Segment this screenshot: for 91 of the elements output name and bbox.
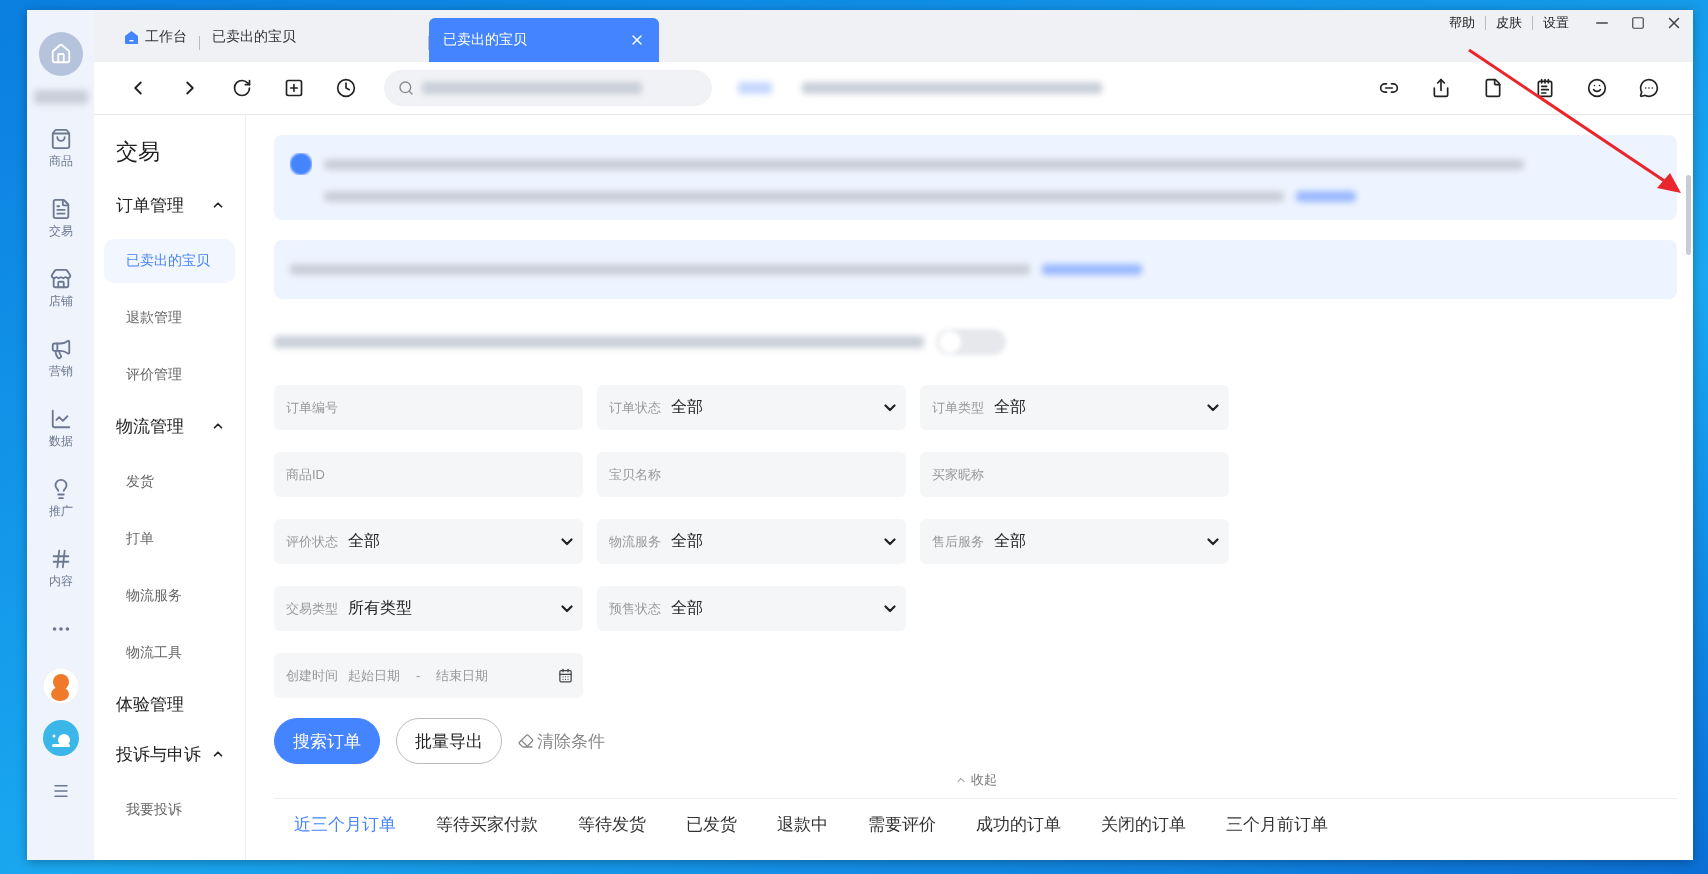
field-label: 物流服务 xyxy=(609,532,661,551)
order-tab[interactable]: 退款中 xyxy=(757,813,848,836)
nav-item[interactable]: 物流服务 xyxy=(104,574,235,618)
chevron-down-icon xyxy=(561,604,573,613)
select-field[interactable]: 售后服务 全部 xyxy=(920,519,1229,564)
field-value: 全部 xyxy=(671,397,704,417)
rail-item[interactable]: 商品 xyxy=(48,114,73,184)
order-tab[interactable]: 三个月前订单 xyxy=(1206,813,1348,836)
field-value: 全部 xyxy=(994,531,1027,551)
chevron-down-icon xyxy=(884,537,896,546)
top-link[interactable]: 帮助 xyxy=(1449,14,1475,32)
rail-item[interactable]: 内容 xyxy=(48,534,73,604)
nav-group[interactable]: 物流管理 xyxy=(104,410,235,442)
field-value: 全部 xyxy=(348,531,381,551)
field-label: 售后服务 xyxy=(932,532,984,551)
collapse-button[interactable]: 收起 xyxy=(948,770,1003,790)
tab[interactable]: 已卖出的宝贝 xyxy=(200,18,308,56)
field-value: 所有类型 xyxy=(348,598,413,618)
order-tab[interactable]: 需要评价 xyxy=(848,813,956,836)
export-button[interactable]: 批量导出 xyxy=(396,718,502,764)
field-label: 订单类型 xyxy=(932,398,984,417)
nav-item[interactable]: 评价管理 xyxy=(104,353,235,397)
order-tab[interactable]: 成功的订单 xyxy=(956,813,1081,836)
select-field[interactable]: 预售状态 全部 xyxy=(597,586,906,631)
date-start-placeholder: 起始日期 xyxy=(348,666,400,685)
date-end-placeholder: 结束日期 xyxy=(436,666,490,685)
range-separator: - xyxy=(416,668,421,683)
tab[interactable]: 工作台 xyxy=(112,18,199,56)
search-button[interactable]: 搜索订单 xyxy=(274,718,380,764)
field-label: 评价状态 xyxy=(286,532,338,551)
rail-item[interactable]: 数据 xyxy=(48,394,73,464)
order-tab[interactable]: 已发货 xyxy=(666,813,757,836)
chevron-down-icon xyxy=(1207,403,1219,412)
field-value: 全部 xyxy=(671,531,704,551)
chevron-down-icon xyxy=(884,403,896,412)
chart-icon xyxy=(49,408,72,430)
section-title: 交易 xyxy=(115,138,161,166)
top-link[interactable]: 设置 xyxy=(1543,14,1569,32)
nav-item[interactable]: 退款管理 xyxy=(104,296,235,340)
search-field[interactable] xyxy=(384,70,712,106)
chevron-down-icon xyxy=(561,537,573,546)
select-field[interactable]: 交易类型 所有类型 xyxy=(274,586,583,631)
text-field[interactable]: 买家昵称 xyxy=(920,452,1229,497)
field-label: 创建时间 xyxy=(286,666,338,685)
bag-icon xyxy=(49,128,72,150)
store-icon xyxy=(49,268,72,290)
nav-item[interactable]: 我要投诉 xyxy=(104,788,235,832)
mascot-avatar[interactable] xyxy=(42,668,79,704)
nav-item[interactable]: 打单 xyxy=(104,517,235,561)
field-value: 全部 xyxy=(671,598,704,618)
rail-item[interactable]: 交易 xyxy=(48,184,73,254)
home-icon xyxy=(124,29,139,45)
scrollbar-thumb[interactable] xyxy=(1686,175,1691,255)
nav-group[interactable]: 投诉与申诉 xyxy=(104,738,235,770)
tab[interactable]: 已卖出的宝贝 xyxy=(429,18,659,62)
select-field[interactable]: 评价状态 全部 xyxy=(274,519,583,564)
chevron-down-icon xyxy=(1207,537,1219,546)
rail-item[interactable]: 营销 xyxy=(48,324,73,394)
megaphone-icon xyxy=(49,338,72,360)
text-field[interactable]: 商品ID xyxy=(274,452,583,497)
select-field[interactable]: 订单类型 全部 xyxy=(920,385,1229,430)
maximize-icon[interactable] xyxy=(1631,16,1645,30)
nav-item[interactable]: 发货 xyxy=(104,460,235,504)
order-tab[interactable]: 等待发货 xyxy=(558,813,666,836)
field-label: 订单状态 xyxy=(609,398,661,417)
info-icon xyxy=(290,153,312,175)
toggle-switch[interactable] xyxy=(936,329,1006,355)
select-field[interactable]: 物流服务 全部 xyxy=(597,519,906,564)
rail-item[interactable]: 推广 xyxy=(48,464,73,534)
eraser-icon xyxy=(518,733,534,749)
field-value: 全部 xyxy=(994,397,1027,417)
chevron-down-icon xyxy=(884,604,896,613)
top-link[interactable]: 皮肤 xyxy=(1496,14,1522,32)
rail-item[interactable]: 店铺 xyxy=(48,254,73,324)
order-tab[interactable]: 关闭的订单 xyxy=(1081,813,1206,836)
text-field[interactable]: 宝贝名称 xyxy=(597,452,906,497)
blurred-text xyxy=(738,82,772,94)
blurred-text xyxy=(33,90,88,104)
field-label: 交易类型 xyxy=(286,599,338,618)
order-tab[interactable]: 等待买家付款 xyxy=(416,813,558,836)
nav-item[interactable]: 物流工具 xyxy=(104,631,235,675)
order-tab[interactable]: 近三个月订单 xyxy=(274,813,416,836)
text-field[interactable]: 订单编号 xyxy=(274,385,583,430)
select-field[interactable]: 订单状态 全部 xyxy=(597,385,906,430)
menu-icon[interactable] xyxy=(51,782,70,800)
calendar-icon xyxy=(558,668,573,683)
field-label: 预售状态 xyxy=(609,599,661,618)
search-icon xyxy=(398,80,414,96)
clear-button[interactable]: 清除条件 xyxy=(518,729,605,753)
nav-group[interactable]: 体验管理 xyxy=(104,688,235,720)
nav-group[interactable]: 订单管理 xyxy=(104,189,235,221)
